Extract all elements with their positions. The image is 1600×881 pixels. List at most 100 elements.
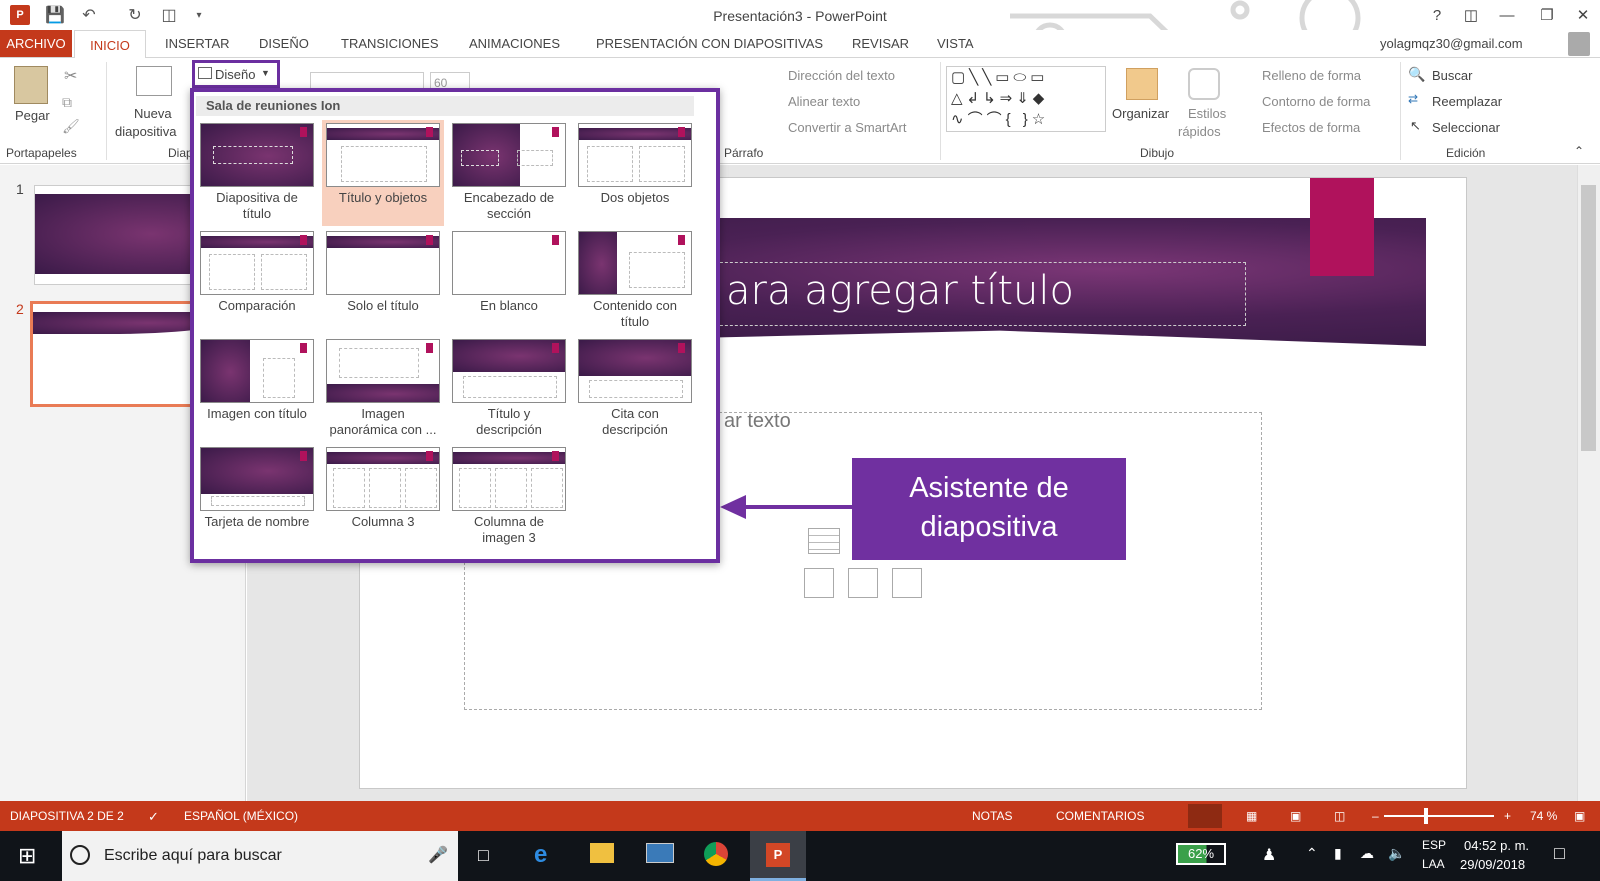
text-direction-button[interactable]: Dirección del texto <box>788 68 895 83</box>
arrange-icon[interactable] <box>1126 68 1158 100</box>
layout-label-2: título <box>242 206 272 221</box>
insert-picture-icon[interactable] <box>804 568 834 598</box>
layout-button[interactable]: Diseño ▼ <box>192 60 280 88</box>
zoom-slider-track[interactable] <box>1384 815 1494 817</box>
comments-button[interactable]: COMENTARIOS <box>1056 809 1144 823</box>
avatar[interactable] <box>1568 32 1590 56</box>
restore-button[interactable]: ❐ <box>1530 2 1564 28</box>
spell-check-icon[interactable]: ✓ <box>148 809 159 825</box>
language-indicator[interactable]: ESPAÑOL (MÉXICO) <box>184 809 298 823</box>
tab-inicio[interactable]: INICIO <box>74 30 146 59</box>
ribbon-display-options-button[interactable]: ◫ <box>1454 2 1488 28</box>
layout-comparison[interactable]: Comparación <box>196 228 318 334</box>
new-slide-icon[interactable] <box>136 66 172 96</box>
people-icon[interactable]: ♟ <box>1262 845 1276 865</box>
notes-button[interactable]: NOTAS <box>972 809 1012 823</box>
language-code-1[interactable]: ESP <box>1422 838 1446 852</box>
taskbar-search-box[interactable]: Escribe aquí para buscar 🎤 <box>62 831 458 881</box>
volume-icon[interactable]: 🔈 <box>1388 845 1405 862</box>
paste-label[interactable]: Pegar <box>15 108 50 123</box>
layout-3-picture-column[interactable]: Columna de imagen 3 <box>448 444 570 550</box>
gallery-header: Sala de reuniones Ion <box>196 96 694 116</box>
layout-name-card[interactable]: Tarjeta de nombre <box>196 444 318 550</box>
layout-picture-with-caption[interactable]: Imagen con título <box>196 336 318 442</box>
chevron-down-icon: ▼ <box>261 68 270 78</box>
shape-effects-button[interactable]: Efectos de forma <box>1262 120 1360 135</box>
minimize-button[interactable]: — <box>1490 2 1524 28</box>
quick-styles-label[interactable]: Estilos <box>1188 106 1226 121</box>
slideshow-icon[interactable]: ◫ <box>1334 809 1345 823</box>
tab-revisar[interactable]: REVISAR <box>852 36 909 51</box>
tab-diseno[interactable]: DISEÑO <box>259 36 309 51</box>
tab-presentacion[interactable]: PRESENTACIÓN CON DIAPOSITIVAS <box>596 36 823 51</box>
chevron-up-icon[interactable]: ⌃ <box>1306 845 1318 862</box>
tab-vista[interactable]: VISTA <box>937 36 974 51</box>
windows-start-icon[interactable]: ⊞ <box>18 843 36 869</box>
layout-title-slide[interactable]: Diapositiva de título <box>196 120 318 226</box>
tab-animaciones[interactable]: ANIMACIONES <box>469 36 560 51</box>
slide-sorter-icon[interactable]: ▦ <box>1246 809 1257 823</box>
quick-styles-label-2[interactable]: rápidos <box>1178 124 1221 139</box>
layout-quote-with-caption[interactable]: Cita con descripción <box>574 336 696 442</box>
layout-panoramic-picture[interactable]: Imagen panorámica con ... <box>322 336 444 442</box>
layout-content-with-caption[interactable]: Contenido con título <box>574 228 696 334</box>
clock-time[interactable]: 04:52 p. m. <box>1464 838 1529 853</box>
zoom-slider-thumb[interactable] <box>1424 808 1428 824</box>
task-view-icon[interactable]: □ <box>478 845 489 866</box>
notifications-icon[interactable]: □ <box>1554 843 1565 864</box>
find-button[interactable]: Buscar <box>1432 68 1472 83</box>
vertical-scrollbar[interactable] <box>1577 165 1600 801</box>
zoom-out-button[interactable]: – <box>1372 809 1379 823</box>
replace-button[interactable]: Reemplazar <box>1432 94 1502 109</box>
layout-section-header[interactable]: Encabezado de sección <box>448 120 570 226</box>
layout-title-and-caption[interactable]: Título y descripción <box>448 336 570 442</box>
onedrive-icon[interactable]: ☁ <box>1360 845 1374 862</box>
edge-icon[interactable]: e <box>534 841 547 869</box>
paste-icon[interactable] <box>14 66 48 104</box>
tab-archivo[interactable]: ARCHIVO <box>0 30 72 57</box>
zoom-level[interactable]: 74 % <box>1530 809 1557 823</box>
battery-indicator[interactable]: 62% <box>1176 843 1226 865</box>
quick-styles-icon[interactable] <box>1188 68 1220 100</box>
insert-table-icon[interactable] <box>808 528 840 554</box>
reading-view-icon[interactable]: ▣ <box>1290 809 1301 823</box>
powerpoint-taskbar-button[interactable]: P <box>750 831 806 881</box>
help-button[interactable]: ? <box>1420 2 1454 28</box>
new-slide-label-2[interactable]: diapositiva <box>115 124 176 139</box>
smartart-button[interactable]: Convertir a SmartArt <box>788 120 906 135</box>
tab-insertar[interactable]: INSERTAR <box>165 36 230 51</box>
layout-title-and-content[interactable]: Título y objetos <box>322 120 444 226</box>
language-code-2[interactable]: LAA <box>1422 857 1445 871</box>
insert-video-icon[interactable] <box>892 568 922 598</box>
layout-label: Cita con <box>611 406 659 421</box>
zoom-in-button[interactable]: + <box>1504 809 1511 823</box>
close-button[interactable]: ✕ <box>1566 2 1600 28</box>
shape-outline-button[interactable]: Contorno de forma <box>1262 94 1370 109</box>
shapes-gallery[interactable]: ▢╲╲▭⬭▭ △↲↳⇒⇓◆ ∿⌒⌒{ }☆ <box>946 66 1106 132</box>
format-painter-icon[interactable]: 🖌 <box>62 118 80 135</box>
layout-two-content[interactable]: Dos objetos <box>574 120 696 226</box>
battery-icon[interactable]: ▮ <box>1334 845 1342 862</box>
tab-transiciones[interactable]: TRANSICIONES <box>341 36 439 51</box>
layout-3-column[interactable]: Columna 3 <box>322 444 444 550</box>
layout-title-only[interactable]: Solo el título <box>322 228 444 334</box>
layout-blank[interactable]: En blanco <box>448 228 570 334</box>
layout-gallery: Sala de reuniones Ion Diapositiva de títu… <box>190 88 720 563</box>
collapse-ribbon-icon[interactable]: ⌃ <box>1574 144 1584 158</box>
scrollbar-thumb[interactable] <box>1581 185 1596 451</box>
file-explorer-icon[interactable] <box>590 843 614 863</box>
remote-desktop-icon[interactable] <box>646 843 674 863</box>
account-email[interactable]: yolagmqz30@gmail.com <box>1380 36 1523 51</box>
align-text-button[interactable]: Alinear texto <box>788 94 860 109</box>
chrome-icon[interactable] <box>704 842 728 866</box>
fit-slide-icon[interactable]: ▣ <box>1574 809 1585 823</box>
select-button[interactable]: Seleccionar <box>1432 120 1500 135</box>
copy-icon[interactable]: ⧉ <box>62 94 72 111</box>
clock-date[interactable]: 29/09/2018 <box>1460 857 1525 872</box>
insert-online-picture-icon[interactable] <box>848 568 878 598</box>
arrange-label[interactable]: Organizar <box>1112 106 1169 121</box>
cut-icon[interactable]: ✂ <box>64 66 77 86</box>
new-slide-label[interactable]: Nueva <box>134 106 172 121</box>
normal-view-icon[interactable] <box>1188 804 1222 828</box>
shape-fill-button[interactable]: Relleno de forma <box>1262 68 1361 83</box>
